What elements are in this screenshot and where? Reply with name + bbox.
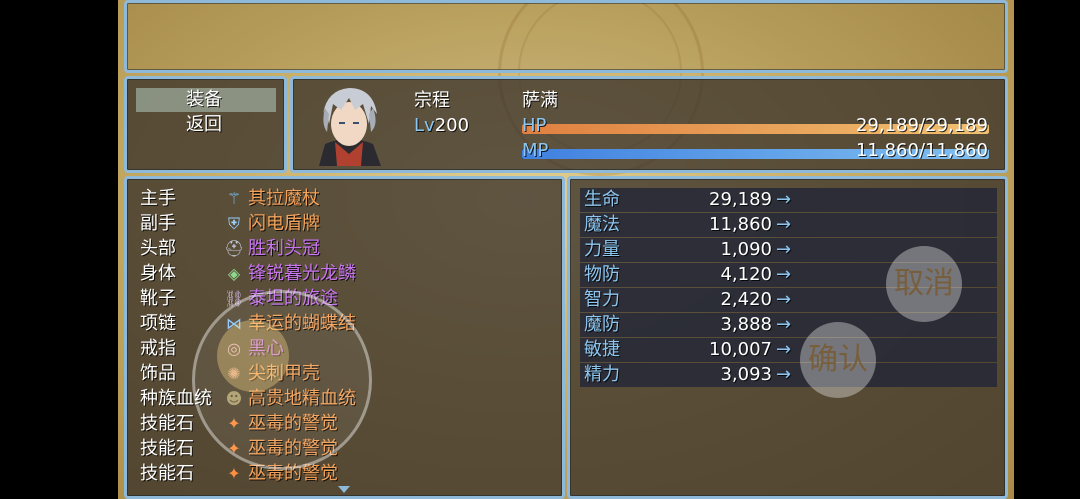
equipment-item-name: 锋锐暮光龙鳞 — [248, 263, 356, 284]
parameter-label: 魔法 — [584, 214, 620, 235]
equipment-item-name: 其拉魔杖 — [248, 188, 320, 209]
equipment-slot-label: 戒指 — [140, 338, 176, 359]
virtual-joystick-knob[interactable] — [217, 320, 289, 392]
parameter-label: 敏捷 — [584, 339, 620, 360]
hp-label: HP — [522, 115, 547, 136]
command-back[interactable]: 返回 — [186, 114, 222, 136]
parameter-label: 精力 — [584, 364, 620, 385]
actor-level: Lv200 — [414, 115, 469, 137]
level-value: 200 — [434, 115, 470, 136]
actor-class: 萨满 — [522, 90, 558, 111]
parameter-value: 10,007 — [709, 339, 772, 360]
equipment-slot-label: 饰品 — [140, 363, 176, 384]
parameter-label: 物防 — [584, 264, 620, 285]
skill-stone-icon: ✦ — [227, 464, 241, 483]
parameter-arrow-icon: → — [776, 339, 792, 360]
level-label: Lv — [414, 115, 435, 136]
actor-name: 宗程 — [414, 90, 450, 111]
parameter-arrow-icon: → — [776, 239, 792, 260]
parameter-label: 智力 — [584, 289, 620, 310]
virtual-joystick[interactable] — [192, 290, 372, 470]
cancel-button[interactable]: 取消 — [886, 246, 962, 322]
equipment-slot-label: 技能石 — [140, 413, 194, 434]
parameter-value: 4,120 — [720, 264, 772, 285]
parameter-value: 3,093 — [720, 364, 772, 385]
parameter-value: 2,420 — [720, 289, 772, 310]
parameter-label: 魔防 — [584, 314, 620, 335]
equipment-item-name: 闪电盾牌 — [248, 213, 320, 234]
parameter-value: 11,860 — [709, 214, 772, 235]
parameter-arrow-icon: → — [776, 214, 792, 235]
parameter-value: 3,888 — [720, 314, 772, 335]
mp-value: 11,860/11,860 — [855, 140, 988, 161]
equipment-slot-label: 项链 — [140, 313, 176, 334]
actor-face — [319, 88, 381, 166]
staff-icon: ⚚ — [226, 189, 242, 208]
armor-icon: ◈ — [227, 264, 241, 283]
hp-value: 29,189/29,189 — [855, 115, 988, 136]
equipment-slot-label: 副手 — [140, 213, 176, 234]
mp-label: MP — [522, 140, 549, 161]
equipment-slot-label: 靴子 — [140, 288, 176, 309]
parameter-label: 力量 — [584, 239, 620, 260]
scroll-down-icon[interactable] — [338, 486, 350, 493]
parameter-arrow-icon: → — [776, 314, 792, 335]
equipment-slot-label: 主手 — [140, 188, 176, 209]
equipment-item-name: 胜利头冠 — [248, 238, 320, 259]
equipment-slot-label: 身体 — [140, 263, 176, 284]
equipment-slot-label: 头部 — [140, 238, 176, 259]
help-window — [124, 0, 1008, 73]
parameter-label: 生命 — [584, 189, 620, 210]
equipment-slot-label: 技能石 — [140, 463, 194, 484]
helmet-icon: ⛑ — [224, 239, 245, 258]
parameter-value: 29,189 — [709, 189, 772, 210]
parameter-arrow-icon: → — [776, 364, 792, 385]
command-equip[interactable]: 装备 — [186, 89, 222, 111]
confirm-button[interactable]: 确认 — [800, 322, 876, 398]
parameter-value: 1,090 — [720, 239, 772, 260]
parameter-arrow-icon: → — [776, 289, 792, 310]
parameter-arrow-icon: → — [776, 264, 792, 285]
shield-icon: ⛨ — [227, 214, 240, 233]
parameter-arrow-icon: → — [776, 189, 792, 210]
equipment-slot-label: 技能石 — [140, 438, 194, 459]
